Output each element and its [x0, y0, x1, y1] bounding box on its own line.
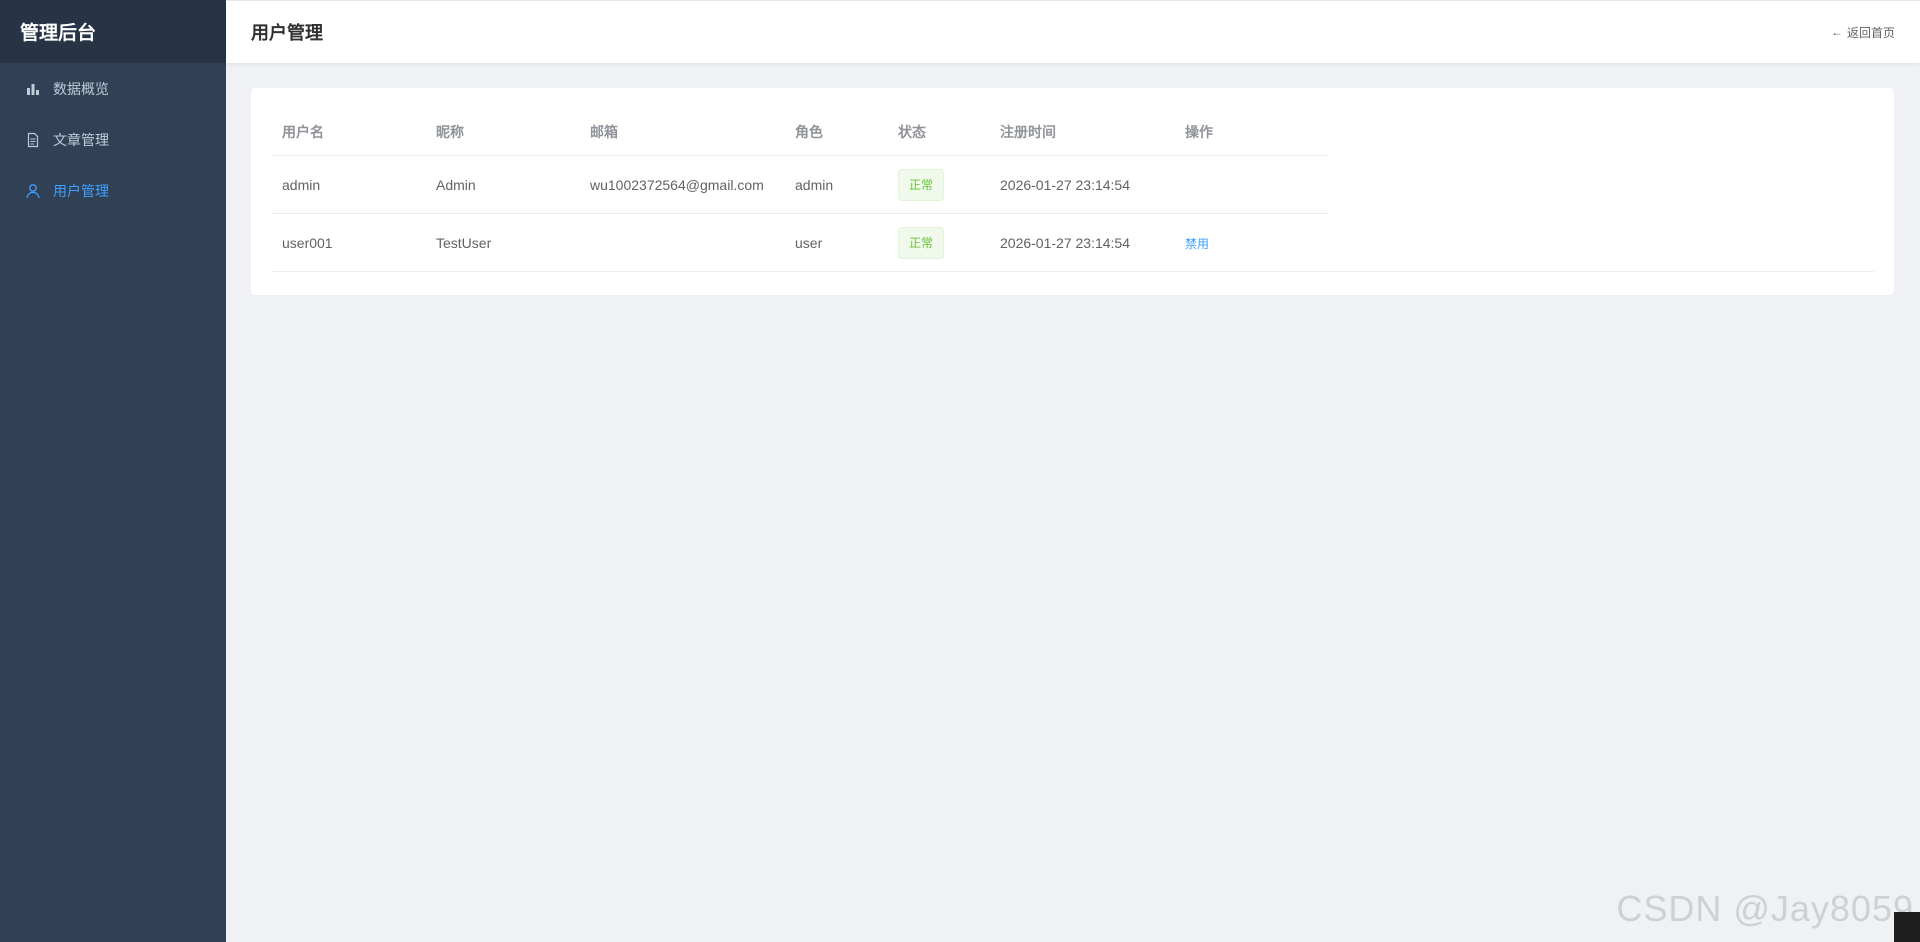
- table-row: user001 TestUser user 正常 2026-01-27 23:1…: [272, 214, 1874, 272]
- column-header: 注册时间: [1000, 124, 1056, 140]
- username-cell: admin: [282, 177, 321, 193]
- row-divider: [272, 271, 1874, 272]
- sidebar-title: 管理后台: [0, 0, 226, 63]
- corner-badge: [1894, 912, 1920, 942]
- email-cell: wu1002372564@gmail.com: [590, 177, 764, 193]
- column-header: 昵称: [436, 124, 464, 140]
- username-cell: user001: [282, 235, 333, 251]
- role-cell: admin: [795, 177, 834, 193]
- status-badge: 正常: [898, 227, 945, 259]
- registered-time-cell: 2026-01-27 23:14:54: [1000, 235, 1130, 251]
- document-icon: [25, 132, 41, 148]
- user-table-card: 用户名 昵称 邮箱 角色 状态 注册时间 操作 admin Admin wu10…: [251, 88, 1894, 295]
- table-header-row: 用户名 昵称 邮箱 角色 状态 注册时间 操作: [272, 108, 1874, 156]
- sidebar-item-dashboard[interactable]: 数据概览: [0, 63, 226, 114]
- status-cell: 正常: [888, 169, 990, 201]
- sidebar-item-users[interactable]: 用户管理: [0, 165, 226, 216]
- back-home-label: 返回首页: [1846, 25, 1895, 40]
- user-table: 用户名 昵称 邮箱 角色 状态 注册时间 操作 admin Admin wu10…: [272, 108, 1874, 272]
- sidebar-item-label: 用户管理: [53, 182, 109, 199]
- top-header: 用户管理 ← 返回首页: [226, 0, 1920, 63]
- sidebar: 管理后台 数据概览 文章管理 用户管理: [0, 0, 226, 942]
- column-header: 角色: [795, 124, 823, 140]
- column-header: 用户名: [282, 124, 324, 140]
- column-header: 状态: [898, 124, 926, 140]
- status-badge: 正常: [898, 169, 945, 201]
- sidebar-item-articles[interactable]: 文章管理: [0, 114, 226, 165]
- registered-time-cell: 2026-01-27 23:14:54: [1000, 177, 1130, 193]
- action-cell: 禁用: [1175, 235, 1328, 252]
- arrow-left-icon: ←: [1830, 25, 1843, 39]
- nickname-cell: Admin: [436, 177, 476, 193]
- sidebar-item-label: 文章管理: [53, 131, 109, 148]
- table-row: admin Admin wu1002372564@gmail.com admin…: [272, 156, 1874, 214]
- role-cell: user: [795, 235, 823, 251]
- nickname-cell: TestUser: [436, 235, 492, 251]
- watermark: CSDN @Jay8059: [1616, 888, 1914, 929]
- page-title: 用户管理: [251, 23, 323, 43]
- status-cell: 正常: [888, 227, 990, 259]
- user-icon: [25, 183, 41, 199]
- column-header: 邮箱: [590, 124, 618, 140]
- disable-user-button[interactable]: 禁用: [1185, 237, 1209, 251]
- back-home-link[interactable]: ← 返回首页: [1831, 24, 1895, 41]
- sidebar-item-label: 数据概览: [53, 80, 109, 97]
- bar-chart-icon: [25, 81, 41, 97]
- column-header: 操作: [1185, 124, 1213, 140]
